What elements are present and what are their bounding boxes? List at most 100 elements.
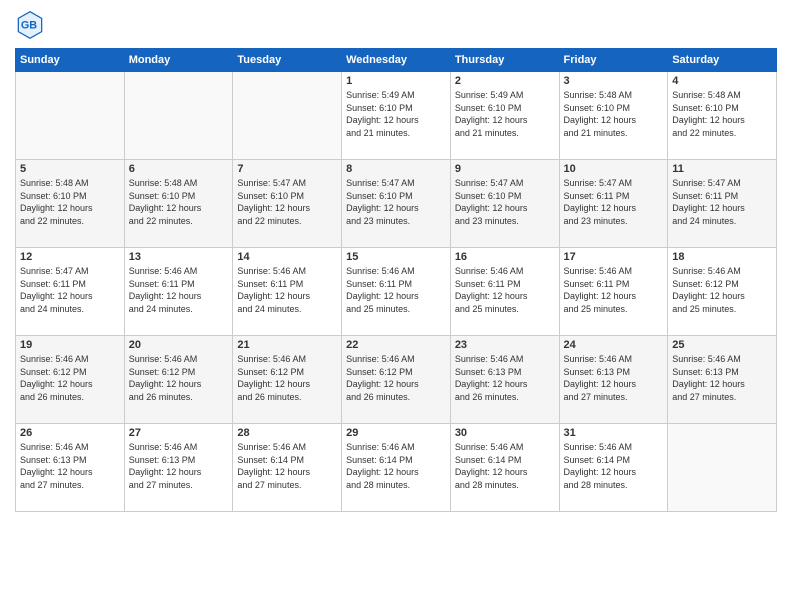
calendar-cell — [668, 424, 777, 512]
weekday-header-wednesday: Wednesday — [342, 49, 451, 72]
weekday-header-tuesday: Tuesday — [233, 49, 342, 72]
day-number: 7 — [237, 163, 337, 175]
calendar-cell: 10 Sunrise: 5:47 AM Sunset: 6:11 PM Dayli… — [559, 160, 668, 248]
day-number: 13 — [129, 251, 229, 263]
day-info: Sunrise: 5:46 AM Sunset: 6:11 PM Dayligh… — [455, 265, 555, 315]
day-info: Sunrise: 5:47 AM Sunset: 6:11 PM Dayligh… — [564, 177, 664, 227]
day-number: 10 — [564, 163, 664, 175]
day-info: Sunrise: 5:46 AM Sunset: 6:12 PM Dayligh… — [129, 353, 229, 403]
day-number: 24 — [564, 339, 664, 351]
day-info: Sunrise: 5:46 AM Sunset: 6:13 PM Dayligh… — [129, 441, 229, 491]
day-info: Sunrise: 5:46 AM Sunset: 6:13 PM Dayligh… — [672, 353, 772, 403]
calendar-cell: 20Sunrise: 5:46 AM Sunset: 6:12 PM Dayli… — [124, 336, 233, 424]
calendar-cell: 18 Sunrise: 5:46 AM Sunset: 6:12 PM Dayli… — [668, 248, 777, 336]
weekday-header-monday: Monday — [124, 49, 233, 72]
day-number: 18 — [672, 251, 772, 263]
calendar-cell: 7 Sunrise: 5:47 AM Sunset: 6:10 PM Daylig… — [233, 160, 342, 248]
day-info: Sunrise: 5:46 AM Sunset: 6:12 PM Dayligh… — [346, 353, 446, 403]
calendar-cell: 5 Sunrise: 5:48 AM Sunset: 6:10 PM Daylig… — [16, 160, 125, 248]
calendar-cell: 4 Sunrise: 5:48 AM Sunset: 6:10 PM Daylig… — [668, 72, 777, 160]
calendar-cell: 17 Sunrise: 5:46 AM Sunset: 6:11 PM Dayli… — [559, 248, 668, 336]
day-number: 28 — [237, 427, 337, 439]
day-info: Sunrise: 5:48 AM Sunset: 6:10 PM Dayligh… — [129, 177, 229, 227]
day-info: Sunrise: 5:46 AM Sunset: 6:13 PM Dayligh… — [455, 353, 555, 403]
calendar-week-4: 19 Sunrise: 5:46 AM Sunset: 6:12 PM Dayli… — [16, 336, 777, 424]
calendar-cell: 9Sunrise: 5:47 AM Sunset: 6:10 PM Daylig… — [450, 160, 559, 248]
day-number: 27 — [129, 427, 229, 439]
day-number: 23 — [455, 339, 555, 351]
calendar-cell: 23 Sunrise: 5:46 AM Sunset: 6:13 PM Dayli… — [450, 336, 559, 424]
day-number: 16 — [455, 251, 555, 263]
weekday-header-sunday: Sunday — [16, 49, 125, 72]
day-number: 26 — [20, 427, 120, 439]
calendar-cell: 31 Sunrise: 5:46 AM Sunset: 6:14 PM Dayli… — [559, 424, 668, 512]
day-info: Sunrise: 5:46 AM Sunset: 6:12 PM Dayligh… — [20, 353, 120, 403]
day-info: Sunrise: 5:47 AM Sunset: 6:11 PM Dayligh… — [20, 265, 120, 315]
calendar-cell — [16, 72, 125, 160]
day-number: 15 — [346, 251, 446, 263]
calendar-cell: 28 Sunrise: 5:46 AM Sunset: 6:14 PM Dayli… — [233, 424, 342, 512]
day-info: Sunrise: 5:46 AM Sunset: 6:11 PM Dayligh… — [129, 265, 229, 315]
calendar-cell: 19 Sunrise: 5:46 AM Sunset: 6:12 PM Dayli… — [16, 336, 125, 424]
calendar-cell: 13 Sunrise: 5:46 AM Sunset: 6:11 PM Dayli… — [124, 248, 233, 336]
day-info: Sunrise: 5:46 AM Sunset: 6:11 PM Dayligh… — [564, 265, 664, 315]
day-info: Sunrise: 5:48 AM Sunset: 6:10 PM Dayligh… — [672, 89, 772, 139]
day-info: Sunrise: 5:48 AM Sunset: 6:10 PM Dayligh… — [564, 89, 664, 139]
calendar-week-3: 12 Sunrise: 5:47 AM Sunset: 6:11 PM Dayli… — [16, 248, 777, 336]
day-info: Sunrise: 5:46 AM Sunset: 6:14 PM Dayligh… — [346, 441, 446, 491]
day-number: 9 — [455, 163, 555, 175]
day-info: Sunrise: 5:46 AM Sunset: 6:14 PM Dayligh… — [237, 441, 337, 491]
day-info: Sunrise: 5:48 AM Sunset: 6:10 PM Dayligh… — [20, 177, 120, 227]
calendar-cell: 16 Sunrise: 5:46 AM Sunset: 6:11 PM Dayli… — [450, 248, 559, 336]
day-info: Sunrise: 5:46 AM Sunset: 6:14 PM Dayligh… — [564, 441, 664, 491]
day-info: Sunrise: 5:49 AM Sunset: 6:10 PM Dayligh… — [346, 89, 446, 139]
day-info: Sunrise: 5:46 AM Sunset: 6:12 PM Dayligh… — [237, 353, 337, 403]
page: GB SundayMondayTuesdayWednesdayThursdayF… — [0, 0, 792, 612]
day-number: 3 — [564, 75, 664, 87]
calendar-cell: 25Sunrise: 5:46 AM Sunset: 6:13 PM Dayli… — [668, 336, 777, 424]
day-number: 22 — [346, 339, 446, 351]
calendar-body: 1 Sunrise: 5:49 AM Sunset: 6:10 PM Daylig… — [16, 72, 777, 512]
day-number: 8 — [346, 163, 446, 175]
calendar-cell: 22 Sunrise: 5:46 AM Sunset: 6:12 PM Dayli… — [342, 336, 451, 424]
calendar-cell: 11Sunrise: 5:47 AM Sunset: 6:11 PM Dayli… — [668, 160, 777, 248]
weekday-header-friday: Friday — [559, 49, 668, 72]
day-info: Sunrise: 5:46 AM Sunset: 6:14 PM Dayligh… — [455, 441, 555, 491]
calendar-cell: 6Sunrise: 5:48 AM Sunset: 6:10 PM Daylig… — [124, 160, 233, 248]
calendar-week-2: 5 Sunrise: 5:48 AM Sunset: 6:10 PM Daylig… — [16, 160, 777, 248]
calendar-cell: 24 Sunrise: 5:46 AM Sunset: 6:13 PM Dayli… — [559, 336, 668, 424]
day-info: Sunrise: 5:46 AM Sunset: 6:11 PM Dayligh… — [237, 265, 337, 315]
calendar-cell: 29Sunrise: 5:46 AM Sunset: 6:14 PM Dayli… — [342, 424, 451, 512]
day-number: 14 — [237, 251, 337, 263]
day-info: Sunrise: 5:46 AM Sunset: 6:13 PM Dayligh… — [564, 353, 664, 403]
calendar-cell: 14 Sunrise: 5:46 AM Sunset: 6:11 PM Dayli… — [233, 248, 342, 336]
weekday-header-thursday: Thursday — [450, 49, 559, 72]
calendar-cell — [233, 72, 342, 160]
day-number: 19 — [20, 339, 120, 351]
calendar-cell: 2 Sunrise: 5:49 AM Sunset: 6:10 PM Daylig… — [450, 72, 559, 160]
calendar-cell: 15Sunrise: 5:46 AM Sunset: 6:11 PM Dayli… — [342, 248, 451, 336]
calendar-cell: 27 Sunrise: 5:46 AM Sunset: 6:13 PM Dayli… — [124, 424, 233, 512]
day-number: 2 — [455, 75, 555, 87]
day-number: 1 — [346, 75, 446, 87]
day-number: 17 — [564, 251, 664, 263]
weekday-header-saturday: Saturday — [668, 49, 777, 72]
day-number: 21 — [237, 339, 337, 351]
day-info: Sunrise: 5:46 AM Sunset: 6:12 PM Dayligh… — [672, 265, 772, 315]
calendar-cell — [124, 72, 233, 160]
calendar-cell: 21 Sunrise: 5:46 AM Sunset: 6:12 PM Dayli… — [233, 336, 342, 424]
weekday-row: SundayMondayTuesdayWednesdayThursdayFrid… — [16, 49, 777, 72]
day-number: 5 — [20, 163, 120, 175]
day-number: 11 — [672, 163, 772, 175]
day-info: Sunrise: 5:47 AM Sunset: 6:10 PM Dayligh… — [237, 177, 337, 227]
day-number: 30 — [455, 427, 555, 439]
calendar-cell: 12 Sunrise: 5:47 AM Sunset: 6:11 PM Dayli… — [16, 248, 125, 336]
day-number: 4 — [672, 75, 772, 87]
day-number: 12 — [20, 251, 120, 263]
day-info: Sunrise: 5:46 AM Sunset: 6:13 PM Dayligh… — [20, 441, 120, 491]
day-number: 31 — [564, 427, 664, 439]
day-info: Sunrise: 5:49 AM Sunset: 6:10 PM Dayligh… — [455, 89, 555, 139]
svg-text:GB: GB — [21, 19, 37, 31]
logo-icon: GB — [15, 10, 45, 40]
calendar-week-1: 1 Sunrise: 5:49 AM Sunset: 6:10 PM Daylig… — [16, 72, 777, 160]
